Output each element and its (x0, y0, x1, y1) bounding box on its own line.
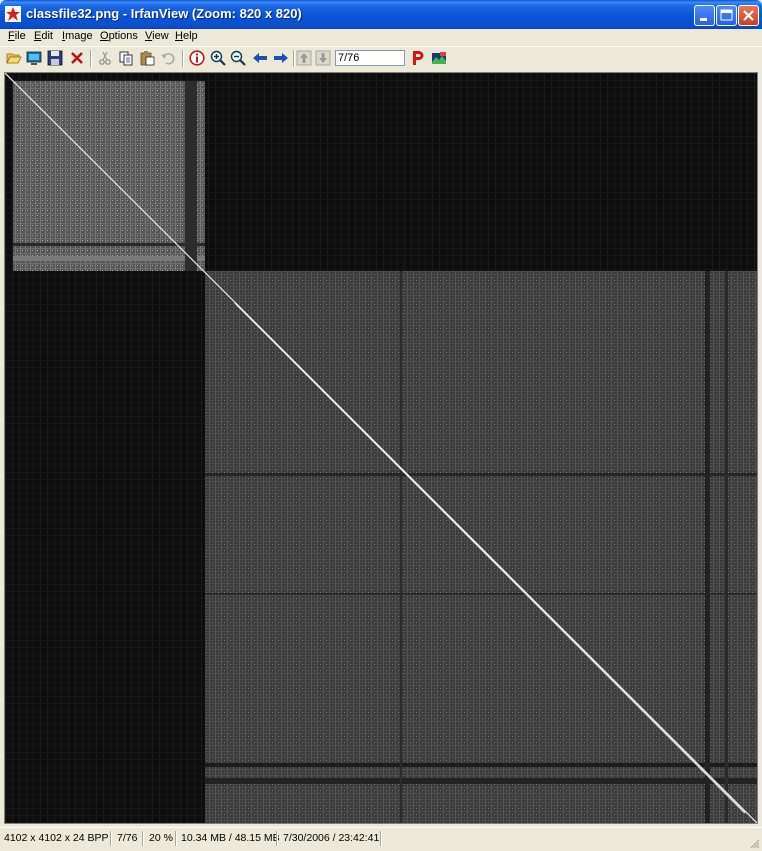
cut-icon[interactable] (97, 50, 113, 66)
window-title: classfile32.png - IrfanView (Zoom: 820 x… (26, 6, 302, 21)
status-datetime: 7/30/2006 / 23:42:41 (283, 832, 380, 844)
slideshow-icon[interactable] (26, 50, 42, 66)
zoom-in-icon[interactable] (210, 50, 226, 66)
delete-icon[interactable] (69, 50, 85, 66)
copy-icon[interactable] (118, 50, 134, 66)
undo-icon[interactable] (160, 50, 176, 66)
save-icon[interactable] (47, 50, 63, 66)
irfanview-app-icon[interactable] (5, 6, 21, 22)
maximize-button[interactable] (716, 5, 737, 26)
paste-icon[interactable] (139, 50, 155, 66)
maximize-icon (720, 9, 733, 21)
image-viewport[interactable] (4, 72, 758, 824)
toolbar-separator (90, 50, 92, 67)
open-folder-icon[interactable] (6, 50, 22, 66)
minimize-icon (700, 18, 707, 21)
menu-image[interactable]: Image (62, 30, 93, 42)
status-memory: 10.34 MB / 48.15 MB (181, 832, 280, 844)
menu-view[interactable]: View (145, 30, 169, 42)
previous-arrow-icon[interactable] (252, 50, 268, 66)
title-bar[interactable]: classfile32.png - IrfanView (Zoom: 820 x… (0, 0, 762, 29)
displayed-image (5, 73, 757, 823)
page-number-input[interactable] (335, 50, 405, 66)
status-bar: 4102 x 4102 x 24 BPP 7/76 20 % 10.34 MB … (0, 827, 762, 851)
status-separator (110, 831, 112, 846)
resize-grip-icon[interactable] (748, 837, 760, 849)
next-arrow-icon[interactable] (273, 50, 289, 66)
print-p-icon[interactable] (410, 50, 426, 66)
status-separator (380, 831, 382, 846)
toolbar-separator (182, 50, 184, 67)
status-page: 7/76 (117, 832, 138, 844)
toolbar-separator (293, 50, 295, 67)
status-dimensions: 4102 x 4102 x 24 BPP (4, 832, 109, 844)
zoom-out-icon[interactable] (230, 50, 246, 66)
info-icon[interactable] (189, 50, 205, 66)
menu-file[interactable]: File (8, 30, 26, 42)
menu-help[interactable]: Help (175, 30, 198, 42)
menu-edit[interactable]: Edit (34, 30, 53, 42)
menu-bar: File Edit Image Options View Help (0, 29, 762, 46)
toolbar (0, 46, 762, 70)
last-page-icon[interactable] (315, 50, 331, 66)
irfanview-window: classfile32.png - IrfanView (Zoom: 820 x… (0, 0, 762, 851)
menu-options[interactable]: Options (100, 30, 138, 42)
status-separator (142, 831, 144, 846)
close-icon (743, 10, 754, 21)
minimize-button[interactable] (694, 5, 715, 26)
status-separator (276, 831, 278, 846)
thumbnails-icon[interactable] (431, 50, 447, 66)
status-zoom: 20 % (149, 832, 173, 844)
first-page-icon[interactable] (296, 50, 312, 66)
close-button[interactable] (738, 5, 759, 26)
status-separator (175, 831, 177, 846)
